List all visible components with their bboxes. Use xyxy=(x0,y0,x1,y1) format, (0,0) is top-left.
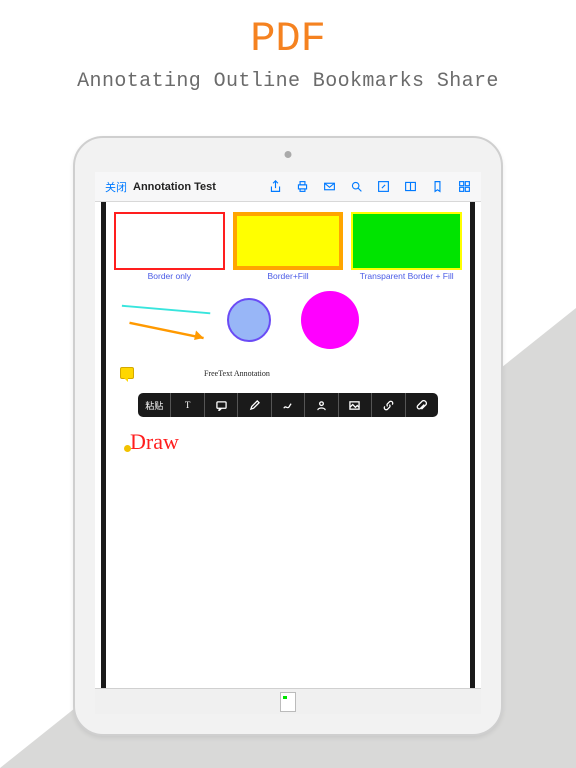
attach-icon[interactable] xyxy=(406,393,438,417)
close-button[interactable]: 关闭 xyxy=(99,179,133,195)
promo-header: PDF Annotating Outline Bookmarks Share xyxy=(0,0,576,93)
search-icon[interactable] xyxy=(350,180,363,193)
grid-icon[interactable] xyxy=(458,180,471,193)
arrow-lines[interactable] xyxy=(120,295,215,345)
pdf-page[interactable]: Border only Border+Fill Transparent Bord… xyxy=(101,202,475,688)
print-icon[interactable] xyxy=(296,180,309,193)
shape-caption: Border+Fill xyxy=(233,271,344,281)
annotation-toolbar: 粘贴 T xyxy=(138,393,438,417)
book-icon[interactable] xyxy=(404,180,417,193)
text-icon[interactable]: T xyxy=(171,393,204,417)
thumbnail-strip[interactable] xyxy=(95,688,481,714)
comment-icon[interactable] xyxy=(205,393,238,417)
doc-title: Annotation Test xyxy=(133,181,216,193)
rect-border-only[interactable] xyxy=(114,212,225,270)
camera-dot xyxy=(285,151,292,158)
page-thumbnail[interactable] xyxy=(280,692,296,712)
rect-transparent-border-fill[interactable] xyxy=(351,212,462,270)
link-icon[interactable] xyxy=(372,393,405,417)
note-icon[interactable] xyxy=(120,367,134,379)
top-toolbar: 关闭 Annotation Test xyxy=(95,172,481,202)
shape-caption: Transparent Border + Fill xyxy=(351,271,462,281)
draw-text: Draw xyxy=(130,429,179,454)
image-icon[interactable] xyxy=(339,393,372,417)
mail-icon[interactable] xyxy=(323,180,336,193)
device-frame: 关闭 Annotation Test Border only xyxy=(73,136,503,736)
shape-caption: Border only xyxy=(114,271,225,281)
edit-icon[interactable] xyxy=(377,180,390,193)
freetext-annotation[interactable]: FreeText Annotation xyxy=(204,369,270,378)
share-icon[interactable] xyxy=(269,180,282,193)
bookmark-icon[interactable] xyxy=(431,180,444,193)
app-screen: 关闭 Annotation Test Border only xyxy=(95,172,481,714)
user-icon[interactable] xyxy=(305,393,338,417)
pencil-icon[interactable] xyxy=(238,393,271,417)
handdrawn-annotation[interactable]: Draw xyxy=(114,429,462,455)
selection-handle[interactable] xyxy=(124,445,131,452)
circle-large[interactable] xyxy=(301,291,359,349)
circle-small[interactable] xyxy=(227,298,271,342)
promo-subtitle: Annotating Outline Bookmarks Share xyxy=(0,70,576,93)
paste-button[interactable]: 粘贴 xyxy=(138,393,171,417)
rect-border-fill[interactable] xyxy=(233,212,344,270)
draw-icon[interactable] xyxy=(272,393,305,417)
promo-title: PDF xyxy=(0,18,576,60)
